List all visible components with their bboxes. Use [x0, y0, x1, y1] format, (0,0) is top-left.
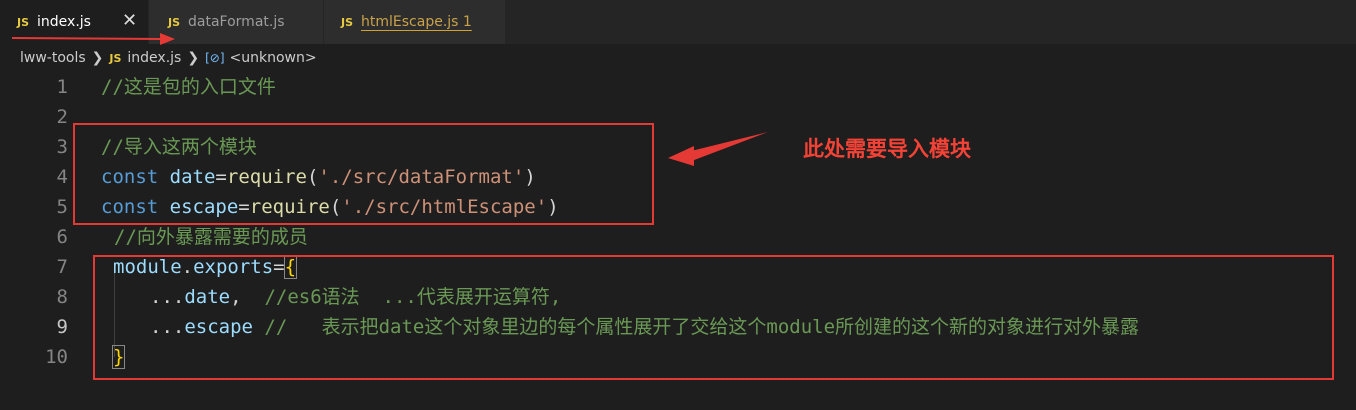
arrow-icon	[11, 33, 768, 166]
